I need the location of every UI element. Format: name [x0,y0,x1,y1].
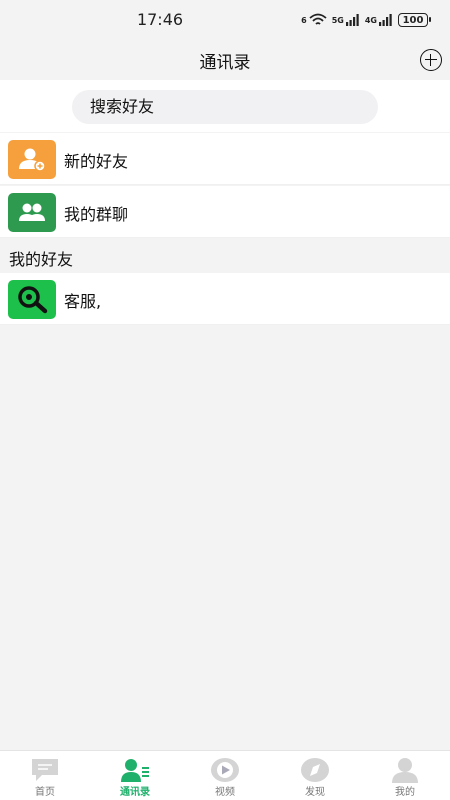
tab-profile[interactable]: 我的 [360,751,450,800]
signal2-label: 4G [364,15,377,25]
signal-icon [345,14,359,26]
wifi-icon [309,13,327,25]
search-avatar-icon [8,280,56,319]
profile-icon [392,758,418,783]
group-chats-label: 我的群聊 [64,205,129,224]
tab-home-label: 首页 [35,787,55,798]
new-friends-label: 新的好友 [64,152,129,171]
discover-icon [301,758,329,782]
battery-level: 100 [402,14,424,26]
group-chat-icon [8,193,56,232]
video-icon [211,758,239,782]
friend-name: 客服, [64,292,102,311]
tab-discover[interactable]: 发现 [270,751,360,800]
friends-section-header: 我的好友 [0,240,450,272]
new-friends-row[interactable]: 新的好友 [0,133,450,185]
nav-bar: 通讯录 [0,40,450,80]
search-bar: 搜索好友 [0,80,450,132]
add-friend-icon [8,140,56,179]
tab-discover-label: 发现 [305,787,325,798]
tab-home[interactable]: 首页 [0,751,90,800]
list-item[interactable]: 客服, [0,273,450,325]
status-icons: 6 5G 4G 100 [301,11,431,29]
signal-icon-2 [379,14,392,26]
contacts-icon [121,759,149,782]
status-bar: 17:46 6 5G 4G 100 [0,0,450,40]
wifi-label: 6 [301,15,307,25]
search-input[interactable]: 搜索好友 [72,90,378,124]
page-title: 通讯录 [199,53,251,73]
status-time: 17:46 [136,10,184,29]
battery-icon: 100 [398,13,431,27]
tab-video-label: 视频 [215,787,235,798]
tab-video[interactable]: 视频 [180,751,270,800]
signal1-label: 5G [331,15,344,25]
tab-contacts[interactable]: 通讯录 [90,751,180,800]
tab-bar: 首页 通讯录 视频 发现 我的 [0,750,450,800]
friends-section-title: 我的好友 [9,250,74,269]
group-chats-row[interactable]: 我的群聊 [0,186,450,238]
tab-contacts-label: 通讯录 [120,787,150,798]
tab-profile-label: 我的 [395,787,415,798]
chat-icon [32,759,58,781]
add-button[interactable] [420,49,442,71]
